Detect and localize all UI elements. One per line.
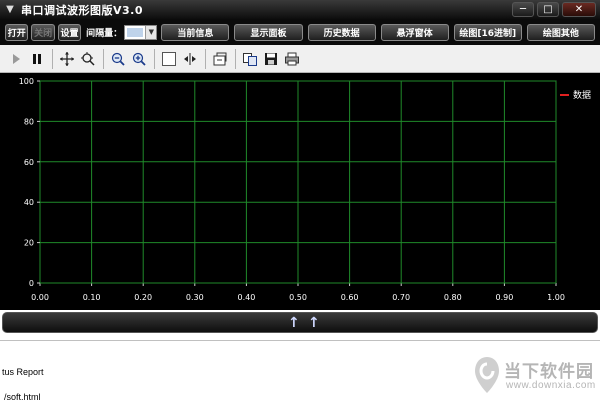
- x-tick-label: 0.20: [134, 293, 152, 302]
- plot-hex-button[interactable]: 绘图[16进制]: [453, 23, 522, 41]
- interval-value: [127, 27, 144, 37]
- title-bar: ▼ 串口调试波形图版V3.0 ─ □ ✕: [0, 0, 600, 19]
- panel-toggle-bar[interactable]: ↑ ↑: [2, 312, 598, 333]
- window-title: 串口调试波形图版V3.0: [21, 3, 143, 17]
- window-controls: ─ □ ✕: [512, 2, 596, 17]
- watermark-logo-icon: [475, 357, 499, 393]
- close-port-button[interactable]: 关闭: [31, 23, 55, 41]
- legend-label: 数据: [573, 89, 591, 101]
- move-icon[interactable]: [57, 49, 77, 69]
- app-icon: ▼: [6, 4, 14, 15]
- x-tick-label: 1.00: [547, 293, 565, 302]
- open-button[interactable]: 打开: [5, 23, 29, 41]
- watermark-url: www.downxia.com: [506, 380, 596, 391]
- x-tick-label: 0.60: [341, 293, 359, 302]
- copy-icon[interactable]: [240, 49, 260, 69]
- close-window-button[interactable]: ✕: [562, 2, 596, 17]
- toolbar-separator: [205, 48, 206, 69]
- y-tick-label: 40: [24, 198, 34, 207]
- fit-icon[interactable]: [180, 49, 200, 69]
- history-data-button[interactable]: 历史数据: [307, 23, 376, 41]
- y-tick-label: 60: [24, 158, 34, 167]
- zoom-out-icon[interactable]: [108, 49, 128, 69]
- arrow-up-icon[interactable]: ↑: [288, 315, 300, 331]
- export-icon[interactable]: [210, 49, 230, 69]
- current-info-button[interactable]: 当前信息: [161, 23, 230, 41]
- play-icon[interactable]: [6, 49, 26, 69]
- chevron-down-icon[interactable]: ▼: [145, 25, 157, 39]
- x-tick-label: 0.90: [495, 293, 513, 302]
- zoom-in-icon[interactable]: [129, 49, 149, 69]
- maximize-button[interactable]: □: [537, 2, 559, 17]
- watermark-name: 当下软件园: [504, 362, 594, 382]
- rectangle-icon[interactable]: [159, 49, 179, 69]
- y-tick-label: 0: [29, 279, 34, 288]
- floating-window-button[interactable]: 悬浮窗体: [380, 23, 449, 41]
- y-tick-label: 20: [24, 239, 34, 248]
- plot-other-button[interactable]: 绘图其他: [526, 23, 595, 41]
- toolbar-separator: [154, 48, 155, 69]
- watermark: 当下软件园 www.downxia.com: [472, 355, 598, 399]
- status-report-text: tus Report: [2, 367, 44, 377]
- toolbar-separator: [235, 48, 236, 69]
- arrow-up-icon[interactable]: ↑: [308, 315, 320, 331]
- x-tick-label: 0.30: [186, 293, 204, 302]
- y-tick-label: 100: [19, 77, 34, 86]
- status-link-text: /soft.html: [4, 392, 41, 402]
- settings-button[interactable]: 设置: [57, 23, 82, 41]
- y-tick-label: 80: [24, 117, 34, 126]
- interval-select[interactable]: ▼: [124, 24, 158, 40]
- main-toolbar: 打开 关闭 设置 间隔量： ▼ 当前信息 显示面板 历史数据 悬浮窗体 绘图[1…: [0, 19, 600, 45]
- x-tick-label: 0.10: [83, 293, 101, 302]
- x-tick-label: 0.40: [237, 293, 255, 302]
- pause-icon[interactable]: [27, 49, 47, 69]
- x-tick-label: 0.70: [392, 293, 410, 302]
- x-tick-label: 0.80: [444, 293, 462, 302]
- save-icon[interactable]: [261, 49, 281, 69]
- zoom-area-icon[interactable]: [78, 49, 98, 69]
- toolbar-separator: [103, 48, 104, 69]
- x-tick-label: 0.50: [289, 293, 307, 302]
- interval-label: 间隔量：: [86, 28, 123, 39]
- chart-toolbar: [0, 45, 600, 73]
- chart-svg: 0.00 0.10 0.20 0.30 0.40 0.50 0.60 0.70 0.80 0.90…: [19, 77, 591, 302]
- display-panel-button[interactable]: 显示面板: [234, 23, 303, 41]
- print-icon[interactable]: [282, 49, 302, 69]
- x-tick-label: 0.00: [31, 293, 49, 302]
- toolbar-separator: [52, 48, 53, 69]
- waveform-chart[interactable]: 0.00 0.10 0.20 0.30 0.40 0.50 0.60 0.70 0.80 0.90…: [0, 73, 600, 310]
- minimize-button[interactable]: ─: [512, 2, 534, 17]
